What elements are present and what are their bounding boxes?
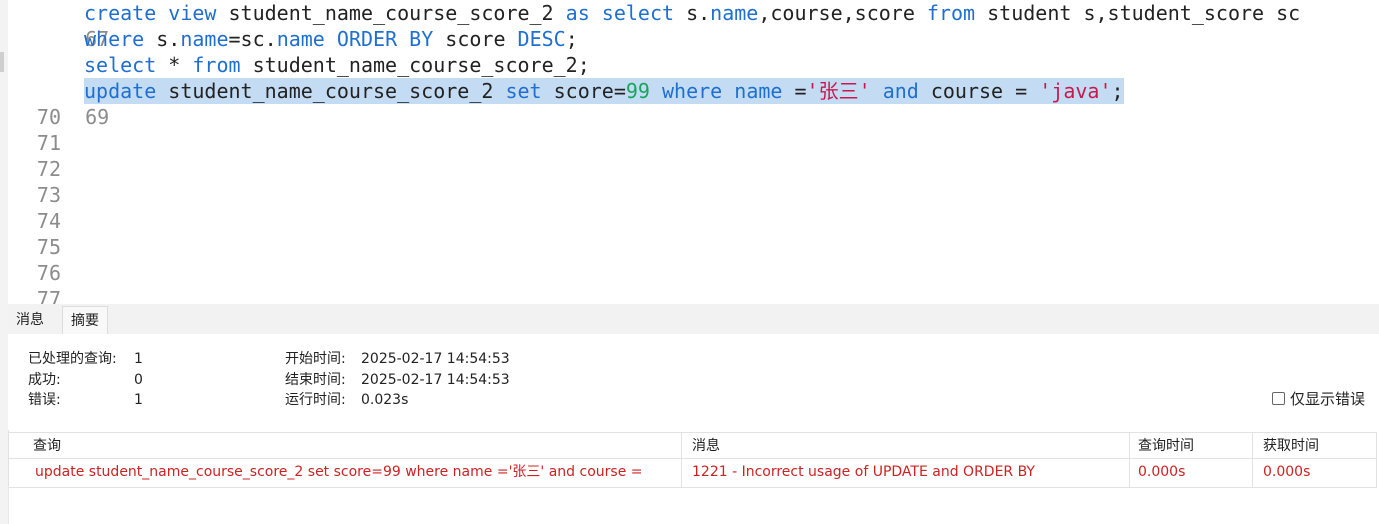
line-number: 73 [36,183,61,207]
code-text: where s.name=sc.name ORDER BY score DESC… [84,27,578,51]
tab-messages[interactable]: 消息 [8,306,52,334]
cell-fetch-time: 0.000s [1263,464,1311,480]
error-label: 错误: [28,392,61,408]
cell-query-time: 0.000s [1130,459,1253,487]
editor-line-69[interactable]: 69 update student_name_course_score_2 se… [8,78,1379,129]
errors-only-checkbox[interactable] [1272,392,1285,405]
line-number: 76 [36,261,61,285]
success-value: 0 [134,372,143,388]
editor-line-72[interactable]: 72 [8,156,61,182]
summary-panel: 已处理的查询: 1 成功: 0 错误: 1 开始时间: 2025-02-17 1… [8,334,1379,430]
start-time-value: 2025-02-17 14:54:53 [361,351,510,367]
editor-line-77[interactable]: 77 [8,286,61,304]
editor-line-70[interactable]: 70 [8,104,61,130]
sql-editor[interactable]: 67 create view student_name_course_score… [8,0,1379,304]
runtime-label: 运行时间: [285,392,346,408]
processed-label: 已处理的查询: [28,351,117,367]
editor-line-67-wrap[interactable]: where s.name=sc.name ORDER BY score DESC… [8,26,1379,52]
editor-line-67[interactable]: 67 create view student_name_course_score… [8,0,1379,51]
table-row[interactable]: update student_name_course_score_2 set s… [9,459,1376,487]
selected-code-text: update student_name_course_score_2 set s… [84,78,1124,104]
end-time-label: 结束时间: [285,372,346,388]
editor-line-76[interactable]: 76 [8,260,61,286]
column-header-message[interactable]: 消息 [682,433,1130,459]
editor-line-71[interactable]: 71 [8,130,61,156]
errors-only-toggle[interactable]: 仅显示错误 [1272,388,1365,409]
line-number: 70 [36,105,61,129]
column-header-query[interactable]: 查询 [9,433,682,459]
line-number: 77 [36,287,61,304]
line-number: 72 [36,157,61,181]
cell-query: update student_name_course_score_2 set s… [9,459,682,487]
errors-only-label: 仅显示错误 [1290,390,1366,408]
result-table: 查询 消息 查询时间 获取时间 update student_name_cour… [8,432,1377,488]
scroll-marker [0,52,4,72]
result-empty-area [8,486,1376,524]
success-label: 成功: [28,372,61,388]
tab-summary[interactable]: 摘要 [62,306,108,335]
code-text: select * from student_name_course_score_… [84,53,590,77]
code-text: create view student_name_course_score_2 … [84,1,1301,25]
line-number: 74 [36,209,61,233]
editor-line-74[interactable]: 74 [8,208,61,234]
table-header-row: 查询 消息 查询时间 获取时间 [9,433,1376,459]
start-time-label: 开始时间: [285,351,346,367]
column-header-fetch-time[interactable]: 获取时间 [1253,433,1376,459]
line-number: 69 [85,105,110,129]
editor-line-75[interactable]: 75 [8,234,61,260]
end-time-value: 2025-02-17 14:54:53 [361,372,510,388]
processed-value: 1 [134,351,143,367]
error-value: 1 [134,392,143,408]
editor-line-73[interactable]: 73 [8,182,61,208]
editor-line-68[interactable]: 68 select * from student_name_course_sco… [8,52,1379,103]
runtime-value: 0.023s [361,392,409,408]
column-header-query-time[interactable]: 查询时间 [1130,433,1253,459]
cell-message: 1221 - Incorrect usage of UPDATE and ORD… [682,459,1130,487]
line-number: 71 [36,131,61,155]
line-number: 75 [36,235,61,259]
result-tab-bar: 消息 摘要 [8,304,1379,335]
